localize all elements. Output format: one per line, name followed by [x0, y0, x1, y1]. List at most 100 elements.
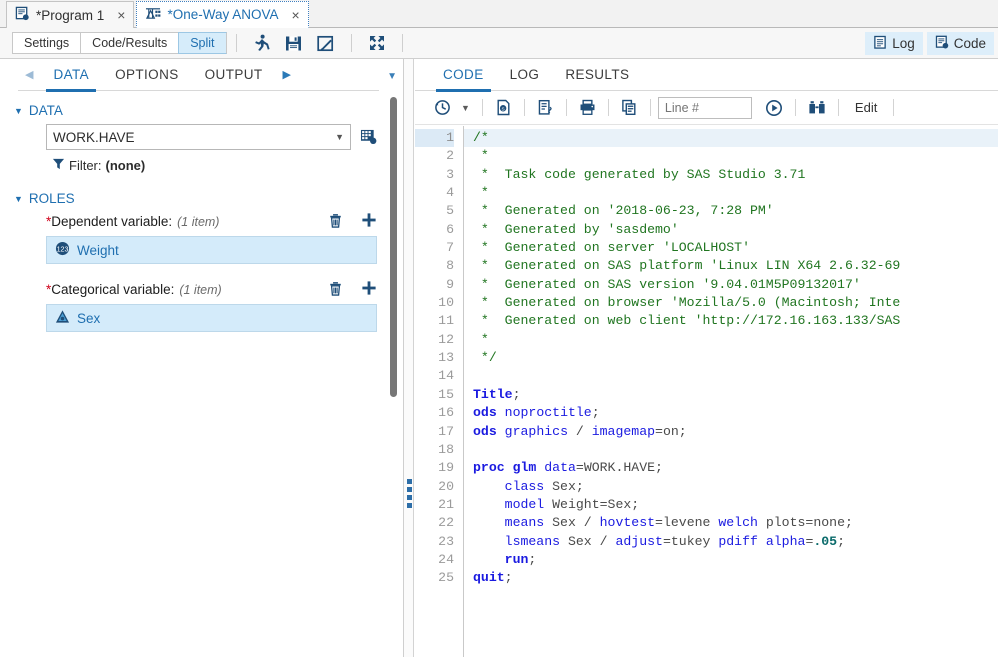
print-icon[interactable]	[574, 96, 601, 120]
tab-log[interactable]: LOG	[497, 59, 553, 91]
close-icon[interactable]: ×	[292, 8, 300, 22]
code-line[interactable]: *	[473, 147, 998, 165]
code-line[interactable]: * Generated on SAS version '9.04.01M5P09…	[473, 276, 998, 294]
line-number: 23	[415, 533, 454, 551]
code-line[interactable]: means Sex / hovtest=levene welch plots=n…	[473, 514, 998, 532]
code-line[interactable]: class Sex;	[473, 478, 998, 496]
toolbar-divider	[482, 99, 483, 116]
code-token: =on;	[655, 424, 687, 439]
find-icon[interactable]	[803, 96, 831, 120]
code-line[interactable]: lsmeans Sex / adjust=tukey pdiff alpha=.…	[473, 533, 998, 551]
save-icon[interactable]	[284, 33, 304, 53]
log-button[interactable]: Log	[865, 32, 923, 55]
toolbar-divider	[608, 99, 609, 116]
toolbar-divider	[566, 99, 567, 116]
tab-data[interactable]: DATA	[40, 59, 102, 91]
line-number: 11	[415, 312, 454, 330]
code-token: =WORK.HAVE;	[576, 460, 663, 475]
code-token: =levene	[655, 515, 718, 530]
code-line[interactable]: * Generated on SAS platform 'Linux LIN X…	[473, 257, 998, 275]
code-token: pdiff	[718, 534, 758, 549]
close-icon[interactable]: ×	[117, 8, 125, 22]
select-table-icon[interactable]	[356, 125, 381, 150]
line-number-input[interactable]	[658, 97, 752, 119]
task-panel-scrollbar[interactable]	[390, 97, 397, 397]
splitter-handle[interactable]	[407, 479, 412, 508]
history-icon[interactable]	[429, 96, 456, 120]
code-token: plots=none;	[758, 515, 853, 530]
code-token: Sex;	[544, 479, 584, 494]
code-line[interactable]: ods graphics / imagemap=on;	[473, 423, 998, 441]
code-line[interactable]: * Generated on '2018-06-23, 7:28 PM'	[473, 202, 998, 220]
code-line[interactable]	[473, 367, 998, 385]
history-caret-icon[interactable]: ▼	[456, 96, 475, 120]
plus-icon[interactable]	[361, 212, 377, 231]
tab-code[interactable]: CODE	[430, 59, 497, 91]
goto-line-run-icon[interactable]	[760, 96, 788, 120]
code-line[interactable]: /*	[464, 129, 998, 147]
tab-options[interactable]: OPTIONS	[102, 59, 192, 91]
twisty-icon[interactable]: ▼	[14, 194, 23, 204]
code-button[interactable]: Code	[927, 32, 994, 55]
code-results-button[interactable]: Code/Results	[80, 32, 178, 54]
code-line[interactable]: proc glm data=WORK.HAVE;	[473, 459, 998, 477]
roles-section-header[interactable]: ▼ ROLES	[14, 191, 403, 206]
code-line[interactable]: * Generated on browser 'Mozilla/5.0 (Mac…	[473, 294, 998, 312]
task-toolbar: Settings Code/Results Split	[0, 28, 998, 59]
code-line[interactable]: *	[473, 184, 998, 202]
code-line[interactable]: Title;	[473, 386, 998, 404]
code-editor[interactable]: 1234567891011121314151617181920212223242…	[415, 126, 998, 657]
code-line[interactable]: ods noproctitle;	[473, 404, 998, 422]
tab-scroll-left-icon[interactable]: ◀	[18, 68, 40, 81]
data-section-header[interactable]: ▼ DATA	[14, 103, 403, 118]
tab-results[interactable]: RESULTS	[552, 59, 642, 91]
tab-overflow-caret-icon[interactable]: ▼	[387, 71, 397, 82]
code-line[interactable]	[473, 441, 998, 459]
tab-output[interactable]: OUTPUT	[192, 59, 276, 91]
code-token: ;	[528, 552, 536, 567]
panel-splitter[interactable]	[404, 59, 414, 657]
open-code-icon[interactable]: S	[490, 96, 517, 120]
split-button[interactable]: Split	[178, 32, 226, 54]
code-line[interactable]: * Generated on web client 'http://172.16…	[473, 312, 998, 330]
role-variable-sex[interactable]: Sex	[46, 304, 377, 332]
run-icon[interactable]	[252, 33, 272, 53]
code-line[interactable]: * Task code generated by SAS Studio 3.71	[473, 166, 998, 184]
code-token: graphics	[505, 424, 568, 439]
filter-row[interactable]: Filter: (none)	[52, 157, 403, 173]
code-line[interactable]: model Weight=Sex;	[473, 496, 998, 514]
code-token: ods	[473, 405, 497, 420]
dataset-select[interactable]: WORK.HAVE ▼	[46, 124, 351, 150]
plus-icon[interactable]	[361, 280, 377, 299]
settings-button[interactable]: Settings	[12, 32, 80, 54]
code-text-area[interactable]: /* * * Task code generated by SAS Studio…	[464, 126, 998, 657]
toolbar-divider	[893, 99, 894, 116]
code-line[interactable]: */	[473, 349, 998, 367]
trash-icon[interactable]	[328, 213, 343, 231]
maximize-icon[interactable]	[367, 33, 387, 53]
role-item-count: (1 item)	[179, 283, 221, 297]
editor-tab-one-way-anova[interactable]: *One-Way ANOVA ×	[136, 1, 308, 28]
role-variable-weight[interactable]: 123 Weight	[46, 236, 377, 264]
twisty-icon[interactable]: ▼	[14, 106, 23, 116]
tab-scroll-right-icon[interactable]: ▶	[276, 68, 298, 81]
task-settings-panel: ◀ DATA OPTIONS OUTPUT ▶ ▼ ▼ DATA WORK.HA…	[0, 59, 404, 657]
code-token: .05	[813, 534, 837, 549]
line-number: 18	[415, 441, 454, 459]
toolbar-divider	[524, 99, 525, 116]
code-line[interactable]: * Generated on server 'LOCALHOST'	[473, 239, 998, 257]
code-token: data	[544, 460, 576, 475]
code-token: * Generated on SAS version '9.04.01M5P09…	[473, 277, 861, 292]
code-properties-icon[interactable]	[532, 96, 559, 120]
code-line[interactable]: quit;	[473, 569, 998, 587]
code-line[interactable]: run;	[473, 551, 998, 569]
save-as-icon[interactable]	[316, 33, 336, 53]
trash-icon[interactable]	[328, 281, 343, 299]
chevron-down-icon[interactable]: ▼	[335, 132, 344, 142]
line-number: 10	[415, 294, 454, 312]
code-line[interactable]: * Generated by 'sasdemo'	[473, 221, 998, 239]
code-line[interactable]: *	[473, 331, 998, 349]
copy-icon[interactable]	[616, 96, 643, 120]
editor-tab-program-1[interactable]: *Program 1 ×	[6, 1, 134, 28]
edit-button[interactable]: Edit	[846, 100, 886, 115]
